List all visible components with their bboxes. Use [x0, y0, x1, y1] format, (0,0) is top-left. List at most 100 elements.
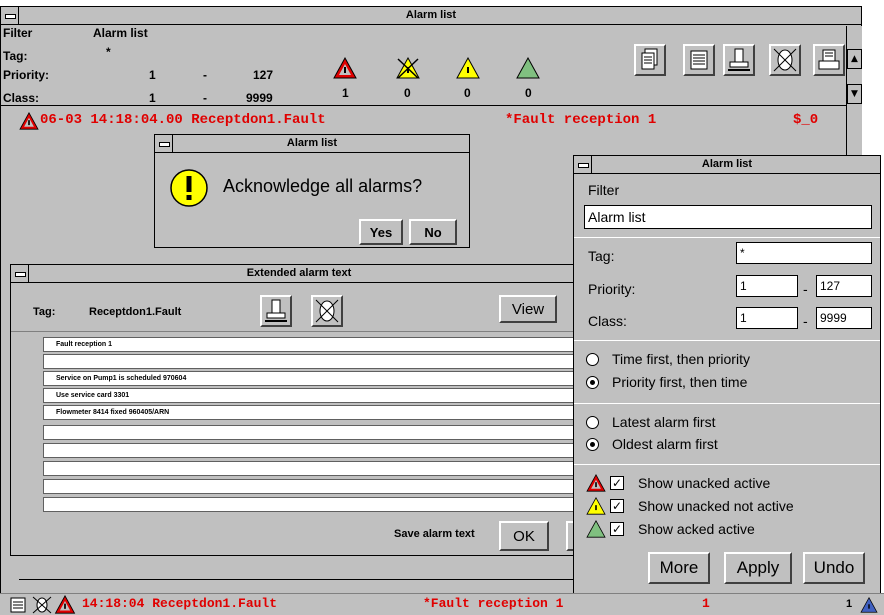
save-alarm-text-label: Save alarm text — [394, 528, 475, 540]
ext-text-row[interactable] — [43, 354, 583, 369]
acknowledge-message: Acknowledge all alarms? — [223, 176, 423, 196]
copy-list-button[interactable] — [634, 44, 666, 76]
remove-button[interactable] — [769, 44, 801, 76]
check-unacked-active-label[interactable]: Show unacked active — [638, 475, 770, 491]
alarm-status-icon — [54, 595, 76, 614]
status-time[interactable]: 14:18:04 Receptdon1.Fault — [82, 596, 277, 611]
radio-priority-first-label[interactable]: Priority first, then time — [612, 374, 747, 390]
unacked-active-icon — [586, 474, 606, 492]
ext-remove-button[interactable] — [311, 295, 343, 327]
filter-class-from-field[interactable]: 1 — [736, 307, 798, 329]
alarm-row-timestamp[interactable]: 06-03 14:18:04.00 Receptdon1.Fault — [40, 112, 326, 128]
ok-button[interactable]: OK — [499, 521, 549, 551]
radio-oldest-first[interactable] — [586, 438, 599, 451]
filter-separator — [574, 237, 880, 238]
ext-text-row[interactable]: Flowmeter 8414 fixed 960405/ARN — [43, 405, 583, 420]
filter-class-dash: - — [803, 313, 808, 329]
priority-label: Priority: — [3, 68, 50, 82]
filter-class-label: Class: — [588, 313, 627, 329]
document-list-button[interactable] — [683, 44, 715, 76]
system-menu-button[interactable] — [1, 7, 19, 24]
more-button[interactable]: More — [648, 552, 710, 584]
check-unacked-not-active-label[interactable]: Show unacked not active — [638, 498, 794, 514]
dialog-system-menu[interactable] — [155, 135, 173, 152]
scroll-down-arrow[interactable]: ▼ — [847, 84, 862, 104]
tag-value: * — [106, 45, 111, 59]
radio-time-first-label[interactable]: Time first, then priority — [612, 351, 750, 367]
ext-text-row[interactable] — [43, 497, 583, 512]
header-divider — [1, 105, 861, 106]
crossed-bell-icon[interactable] — [32, 596, 52, 614]
view-button[interactable]: View — [499, 295, 557, 323]
acked-active-icon — [586, 520, 606, 538]
count-unacked-active: 1 — [342, 86, 349, 100]
crossed-bell-icon — [315, 299, 339, 323]
filter-separator — [574, 464, 880, 465]
tag-label: Tag: — [3, 49, 28, 63]
acknowledge-dialog-titlebar: Alarm list — [155, 135, 469, 153]
unacked-not-active-icon — [586, 497, 606, 515]
crossed-bell-icon — [773, 48, 797, 72]
filter-priority-dash: - — [803, 281, 808, 297]
status-text[interactable]: *Fault reception 1 — [423, 596, 563, 611]
list-icon[interactable] — [10, 596, 32, 614]
yes-button[interactable]: Yes — [359, 219, 403, 245]
apply-button[interactable]: Apply — [724, 552, 792, 584]
alarm-row-value[interactable]: $_0 — [793, 112, 818, 128]
radio-priority-first[interactable] — [586, 376, 599, 389]
filter-priority-to-field[interactable]: 127 — [816, 275, 872, 297]
filter-name-field[interactable]: Alarm list — [584, 205, 872, 229]
alarm-row-text[interactable]: *Fault reception 1 — [505, 112, 656, 128]
ext-text-row[interactable] — [43, 461, 583, 476]
unacked-active-icon[interactable] — [333, 57, 357, 79]
filter-system-menu[interactable] — [574, 156, 592, 173]
class-from: 1 — [149, 91, 156, 105]
dialog-title: Alarm list — [286, 137, 338, 149]
document-icon — [690, 50, 708, 70]
filter-dialog-title: Alarm list — [701, 158, 753, 170]
filter-class-to-field[interactable]: 9999 — [816, 307, 872, 329]
filter-tag-field[interactable]: * — [736, 242, 872, 264]
filter-dialog-filter-label: Filter — [588, 182, 620, 198]
filter-label: Filter — [3, 26, 33, 40]
no-button[interactable]: No — [409, 219, 457, 245]
stamp-icon — [265, 299, 287, 322]
check-unacked-not-active[interactable]: ✓ — [610, 499, 624, 513]
filter-priority-from-field[interactable]: 1 — [736, 275, 798, 297]
check-unacked-active[interactable]: ✓ — [610, 476, 624, 490]
count-acked-active: 0 — [525, 86, 532, 100]
acknowledge-button[interactable] — [723, 44, 755, 76]
ext-acknowledge-button[interactable] — [260, 295, 292, 327]
radio-time-first[interactable] — [586, 353, 599, 366]
filter-separator — [574, 340, 880, 341]
ext-text-row[interactable] — [43, 425, 583, 440]
acked-active-icon[interactable] — [516, 57, 540, 79]
radio-oldest-first-label[interactable]: Oldest alarm first — [612, 436, 718, 452]
filter-priority-label: Priority: — [588, 281, 636, 297]
undo-button[interactable]: Undo — [803, 552, 865, 584]
alarm-indicator-icon[interactable] — [860, 597, 878, 613]
print-button[interactable] — [813, 44, 845, 76]
ext-text-row[interactable] — [43, 479, 583, 494]
exclamation-icon — [170, 169, 208, 207]
scroll-up-arrow[interactable]: ▲ — [847, 49, 862, 69]
unacked-not-active-icon[interactable] — [396, 57, 420, 79]
copy-icon — [641, 48, 658, 70]
check-acked-active-label[interactable]: Show acked active — [638, 521, 755, 537]
count-warning: 0 — [464, 86, 471, 100]
ext-text-row[interactable] — [43, 443, 583, 458]
warning-icon[interactable] — [456, 57, 480, 79]
ext-text-row[interactable]: Fault reception 1 — [43, 337, 583, 352]
status-count: 1 — [702, 596, 710, 611]
radio-latest-first-label[interactable]: Latest alarm first — [612, 414, 715, 430]
class-to: 9999 — [246, 91, 273, 105]
ext-text-row[interactable]: Service on Pump1 is scheduled 970604 — [43, 371, 583, 386]
ext-system-menu[interactable] — [11, 265, 29, 282]
priority-dash: - — [203, 68, 207, 82]
ext-text-row[interactable]: Use service card 3301 — [43, 388, 583, 403]
check-acked-active[interactable]: ✓ — [610, 522, 624, 536]
count-unacked-not-active: 0 — [404, 86, 411, 100]
ext-window-title: Extended alarm text — [246, 267, 352, 279]
radio-latest-first[interactable] — [586, 416, 599, 429]
filter-dialog-titlebar: Alarm list — [574, 156, 880, 174]
